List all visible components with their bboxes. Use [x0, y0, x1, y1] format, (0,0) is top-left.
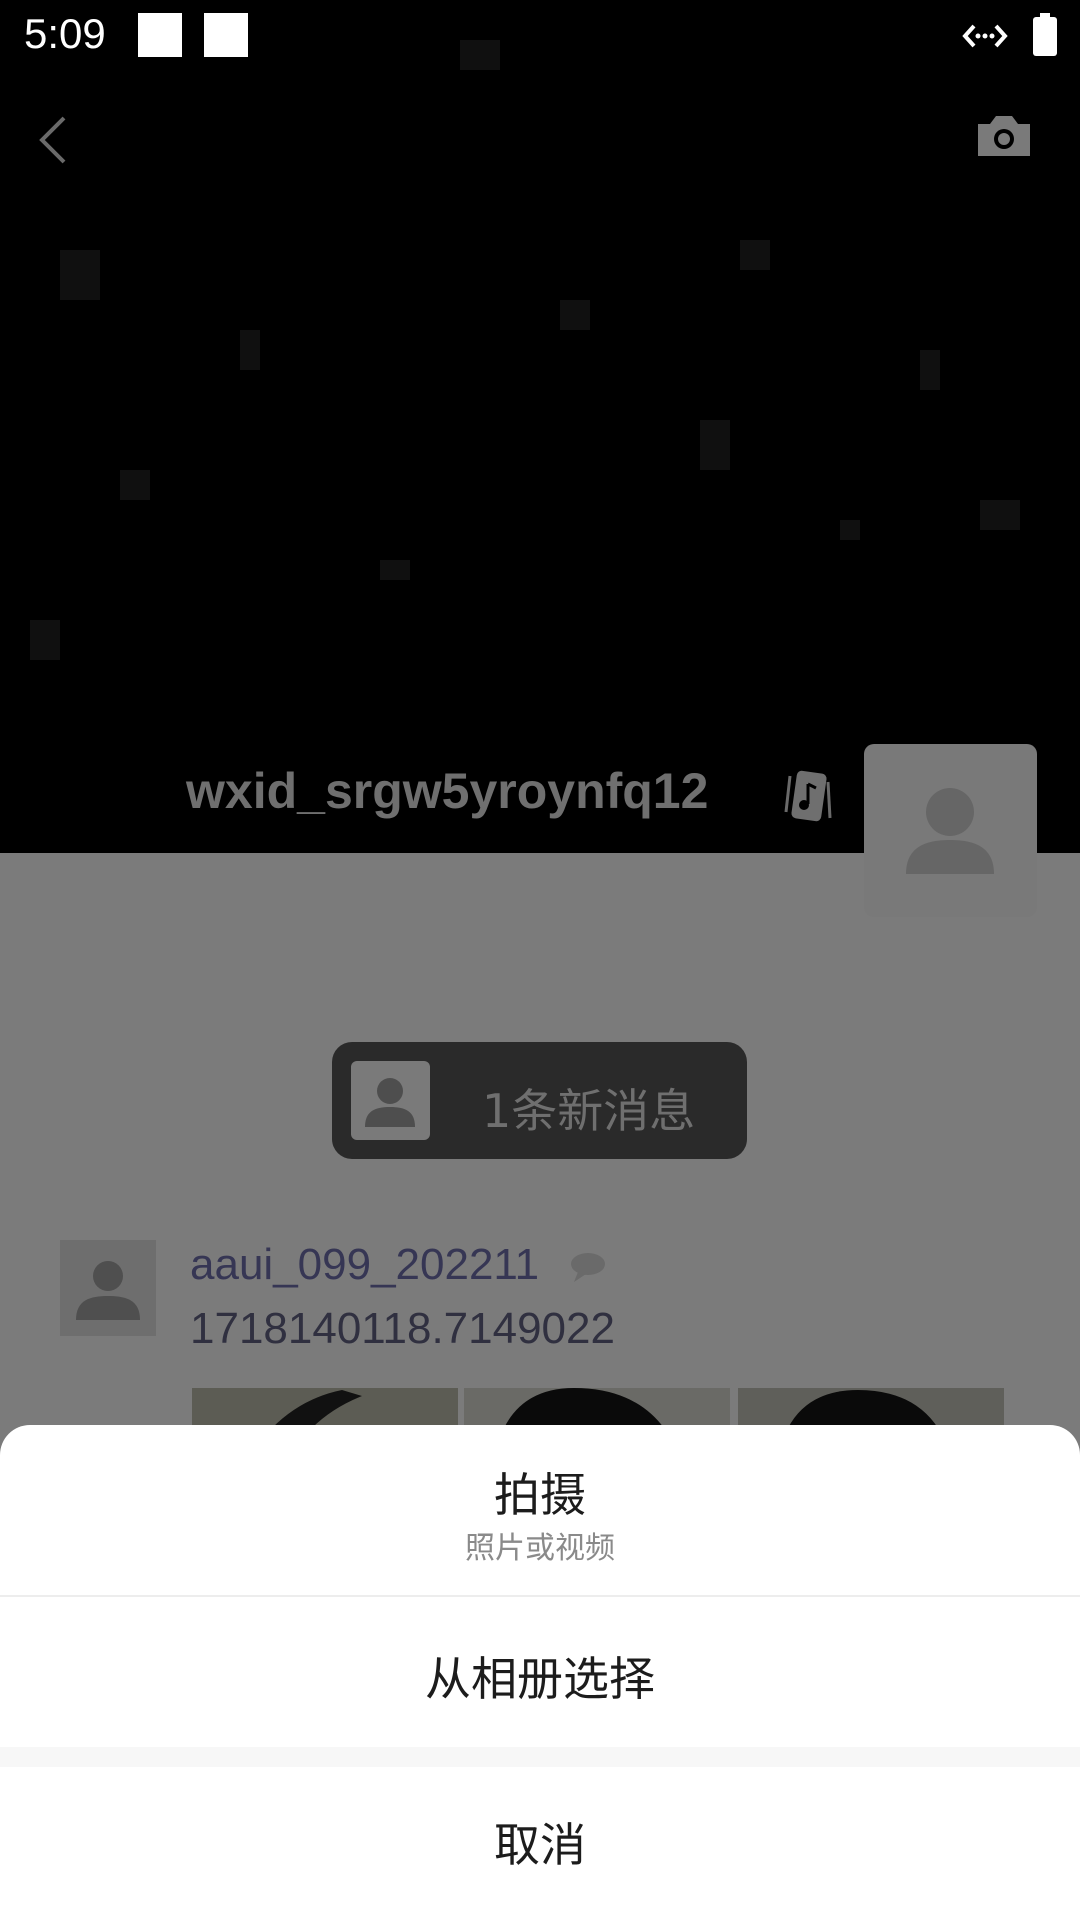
music-note-icon[interactable]: [782, 768, 834, 824]
post-author-avatar[interactable]: [60, 1240, 156, 1336]
cancel-option[interactable]: 取消: [0, 1767, 1080, 1920]
post-image-2[interactable]: [464, 1388, 730, 1428]
post-author-name[interactable]: aaui_099_202211: [190, 1240, 539, 1290]
status-bar: 5:09: [0, 0, 1080, 72]
shoot-option-title: 拍摄: [494, 1468, 586, 1522]
new-message-banner[interactable]: 1条新消息: [332, 1042, 747, 1159]
choose-from-album-label: 从相册选择: [425, 1652, 655, 1706]
camera-icon[interactable]: [974, 112, 1034, 160]
network-icon: [962, 24, 1008, 48]
notification-square-icon: [204, 13, 248, 57]
cover-image[interactable]: [0, 0, 1080, 853]
message-sender-avatar: [351, 1061, 430, 1140]
post-image-3-content: [788, 1390, 938, 1428]
action-sheet: 拍摄 照片或视频 从相册选择 取消: [0, 1425, 1080, 1920]
post-image-1[interactable]: [192, 1388, 458, 1428]
chat-bubble-icon: [571, 1253, 605, 1282]
default-avatar-icon: [365, 1078, 415, 1127]
new-message-text: 1条新消息: [482, 1084, 696, 1138]
shoot-option[interactable]: 拍摄 照片或视频: [0, 1425, 1080, 1595]
battery-icon: [1033, 13, 1057, 56]
cancel-label: 取消: [494, 1818, 586, 1872]
profile-avatar[interactable]: [864, 744, 1037, 917]
default-avatar-icon: [906, 788, 994, 874]
shoot-option-subtitle: 照片或视频: [465, 1531, 615, 1566]
back-chevron-icon[interactable]: [30, 110, 80, 170]
cover-user-name[interactable]: wxid_srgw5yroynfq12: [186, 762, 708, 820]
post-image-3[interactable]: [738, 1388, 1004, 1428]
notification-square-icon: [138, 13, 182, 57]
post-text: 1718140118.7149022: [190, 1304, 615, 1353]
default-avatar-icon: [76, 1261, 140, 1320]
post-image-1-content: [272, 1390, 362, 1428]
post-image-2-content: [504, 1388, 664, 1428]
status-time: 5:09: [24, 10, 106, 57]
choose-from-album-option[interactable]: 从相册选择: [0, 1597, 1080, 1747]
section-gap: [0, 1747, 1080, 1767]
